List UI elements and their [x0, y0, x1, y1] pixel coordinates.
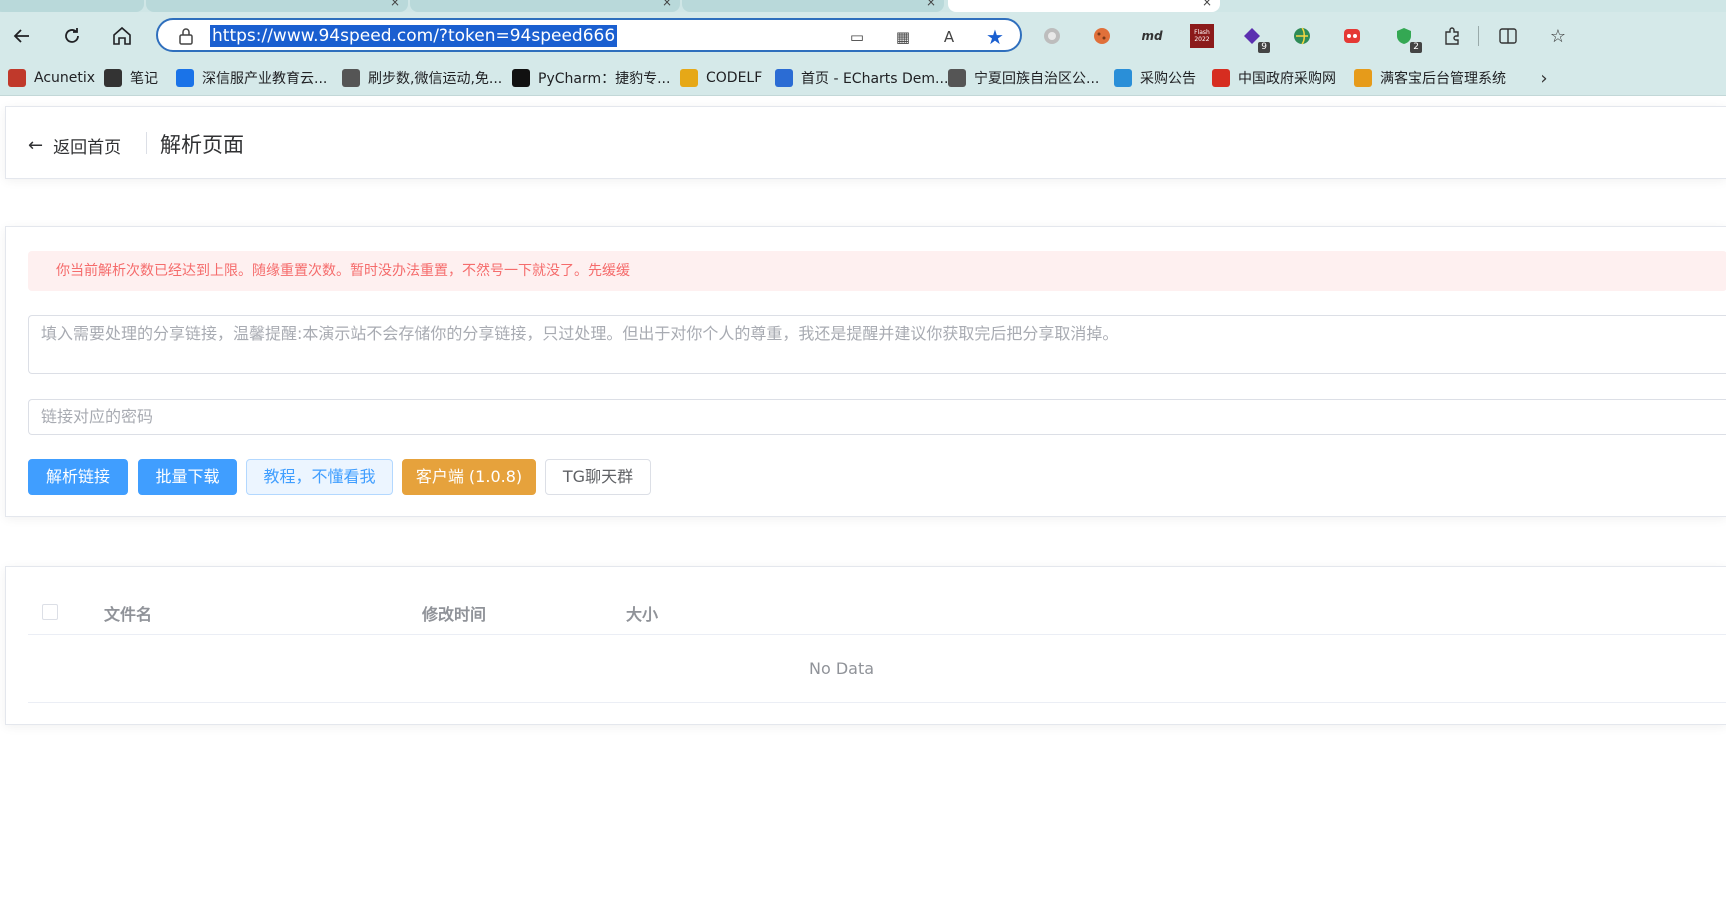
favorite-star-icon[interactable]: ★	[984, 25, 1006, 49]
table-header: 文件名 修改时间 大小	[28, 587, 1726, 635]
page-icon	[342, 69, 360, 87]
url-text[interactable]: https://www.94speed.com/?token=94speed66…	[210, 25, 618, 47]
bookmark-label: 深信服产业教育云...	[202, 71, 328, 87]
bookmark-item[interactable]: 首页 - ECharts Dem...	[775, 66, 948, 90]
extensions-puzzle-icon[interactable]	[1440, 24, 1464, 48]
tg-group-button[interactable]: TG聊天群	[545, 459, 651, 495]
echarts-icon	[775, 69, 793, 87]
client-download-button[interactable]: 客户端 (1.0.8)	[402, 459, 536, 495]
bookmark-item[interactable]: 深信服产业教育云...	[176, 66, 327, 90]
device-icon[interactable]: ▭	[846, 26, 868, 48]
page-header: ← 返回首页 解析页面	[5, 106, 1726, 179]
close-icon[interactable]: ×	[662, 0, 672, 8]
bookmark-label: PyCharm：捷豹专...	[538, 71, 671, 87]
bookmark-item[interactable]: 笔记	[104, 66, 158, 90]
bookmark-item[interactable]: 中国政府采购网	[1212, 66, 1336, 90]
bookmark-label: 满客宝后台管理系统	[1380, 71, 1506, 87]
browser-tab[interactable]	[0, 0, 144, 12]
bookmark-item[interactable]: CODELF	[680, 66, 762, 90]
header-divider	[146, 132, 147, 154]
bookmark-label: 首页 - ECharts Dem...	[801, 71, 949, 87]
bookmark-label: Acunetix	[34, 70, 96, 86]
extension-flash-icon[interactable]: Flash 2022	[1190, 24, 1214, 48]
bookmark-label: 刷步数,微信运动,免...	[368, 71, 503, 87]
emblem-icon	[1212, 69, 1230, 87]
close-icon[interactable]: ×	[390, 0, 400, 8]
chevron-right-icon[interactable]: ›	[1532, 66, 1556, 90]
browser-tab[interactable]: ×	[410, 0, 680, 12]
close-icon[interactable]: ×	[1202, 0, 1212, 8]
bookmark-label: 宁夏回族自治区公...	[974, 71, 1100, 87]
parse-link-button[interactable]: 解析链接	[28, 459, 128, 495]
close-icon[interactable]: ×	[926, 0, 936, 8]
bookmark-item[interactable]: 满客宝后台管理系统	[1354, 66, 1506, 90]
bookmark-label: 采购公告	[1140, 71, 1196, 87]
refresh-button[interactable]	[54, 18, 90, 54]
codelf-icon	[680, 69, 698, 87]
bookmark-item[interactable]: PyCharm：捷豹专...	[512, 66, 670, 90]
empty-table-text: No Data	[808, 659, 875, 678]
sangfor-icon	[176, 69, 194, 87]
bookmark-item[interactable]: 刷步数,微信运动,免...	[342, 66, 502, 90]
extension-md-icon[interactable]: md	[1140, 24, 1164, 48]
column-header-size[interactable]: 大小	[626, 601, 658, 625]
back-nav-button[interactable]	[4, 18, 40, 54]
bookmark-item[interactable]: 采购公告	[1114, 66, 1196, 90]
extension-cookie-icon[interactable]	[1090, 24, 1114, 48]
bookmark-item[interactable]: 宁夏回族自治区公...	[948, 66, 1099, 90]
tutorial-button[interactable]: 教程，不懂看我	[246, 459, 393, 495]
browser-tab-active[interactable]: ×	[948, 0, 1220, 12]
lock-icon[interactable]	[178, 27, 194, 45]
bookmark-item[interactable]: Acunetix	[8, 66, 95, 90]
page-icon	[948, 69, 966, 87]
extension-badge: 9	[1258, 42, 1270, 53]
arrow-left-icon: ←	[28, 135, 44, 156]
page-content: ← 返回首页 解析页面 你当前解析次数已经达到上限。随缘重置次数。暂时没办法重置…	[0, 96, 1726, 917]
toolbar-divider	[1478, 26, 1479, 46]
link-password-input[interactable]: 链接对应的密码	[28, 399, 1726, 435]
extension-shield-icon[interactable]: 2	[1392, 24, 1422, 53]
split-screen-icon[interactable]	[1496, 24, 1520, 48]
browser-toolbar: https://www.94speed.com/?token=94speed66…	[0, 12, 1726, 60]
extension-circle-icon[interactable]	[1040, 24, 1064, 48]
home-button[interactable]	[104, 18, 140, 54]
terminal-icon	[512, 69, 530, 87]
share-link-input[interactable]: 填入需要处理的分享链接，温馨提醒:本演示站不会存储你的分享链接，只过处理。但出于…	[28, 315, 1726, 374]
tab-strip: × × × ×	[0, 0, 1726, 12]
favorites-icon[interactable]: ☆	[1546, 24, 1570, 48]
acunetix-icon	[8, 69, 26, 87]
extension-badge: 2	[1410, 42, 1422, 53]
browser-tab[interactable]: ×	[682, 0, 944, 12]
browser-tab[interactable]: ×	[146, 0, 408, 12]
extension-globe-icon[interactable]	[1290, 24, 1314, 48]
bookmarks-bar: Acunetix 笔记 深信服产业教育云... 刷步数,微信运动,免... PyChar…	[0, 60, 1726, 96]
note-edit-icon	[104, 69, 122, 87]
read-aloud-icon[interactable]: A	[938, 26, 960, 48]
manke-icon	[1354, 69, 1372, 87]
refresh-icon	[65, 28, 79, 43]
limit-alert: 你当前解析次数已经达到上限。随缘重置次数。暂时没办法重置，不然号一下就没了。先缓…	[28, 251, 1726, 291]
column-header-modified[interactable]: 修改时间	[422, 601, 486, 625]
page-title: 解析页面	[160, 133, 244, 157]
bookmark-label: 笔记	[130, 71, 158, 87]
bookmark-label: 中国政府采购网	[1238, 71, 1336, 87]
home-icon	[113, 26, 131, 45]
apps-grid-icon[interactable]: ▦	[892, 26, 914, 48]
table-bottom-border	[28, 702, 1726, 703]
ie-icon	[1114, 69, 1132, 87]
parse-form-card: 你当前解析次数已经达到上限。随缘重置次数。暂时没办法重置，不然号一下就没了。先缓…	[5, 226, 1726, 517]
bookmark-label: CODELF	[706, 70, 763, 86]
extension-purple-icon[interactable]: 9	[1240, 24, 1270, 53]
batch-download-button[interactable]: 批量下载	[138, 459, 237, 495]
extension-red-icon[interactable]	[1340, 24, 1364, 48]
back-home-link[interactable]: ← 返回首页	[28, 133, 121, 158]
select-all-checkbox[interactable]	[42, 604, 58, 620]
address-bar[interactable]: https://www.94speed.com/?token=94speed66…	[156, 18, 1022, 52]
back-home-label: 返回首页	[53, 138, 122, 158]
arrow-left-icon	[13, 29, 29, 43]
file-table: 文件名 修改时间 大小 No Data	[5, 566, 1726, 725]
column-header-filename[interactable]: 文件名	[104, 601, 152, 625]
